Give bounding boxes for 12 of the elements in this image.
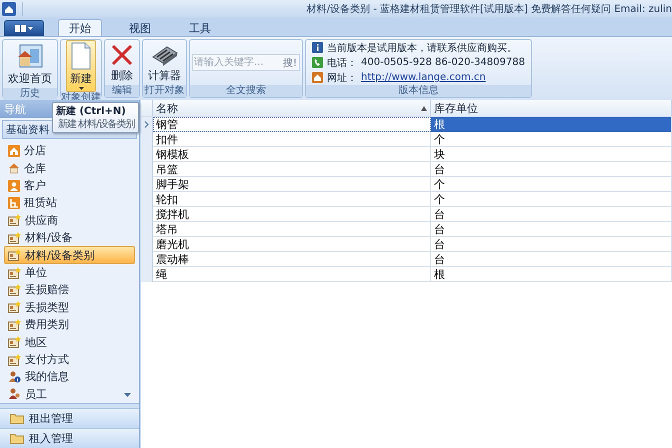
info-text: 400-0505-928 86-020-34809788 (361, 57, 525, 68)
info-text: 当前版本是试用版本，请联系供应商购买。 (327, 42, 517, 54)
tooltip-title: 新建 (Ctrl+N) (56, 104, 127, 118)
group-label: 版本信息 (306, 85, 531, 97)
tooltip-description: 新建 材料/设备类别 (57, 119, 135, 131)
group-label: 打开对象 (143, 85, 186, 97)
group-label: 历史 (3, 88, 57, 100)
info-label: 网址： (327, 72, 357, 84)
group-label: 全文搜索 (190, 85, 302, 97)
info-label: 电话： (327, 56, 357, 70)
window-title: 材料/设备类别 - 蓝格建材租赁管理软件[试用版本] 免费解答任何疑问 Email: zulin (306, 2, 672, 16)
group-label: 编辑 (105, 85, 139, 97)
